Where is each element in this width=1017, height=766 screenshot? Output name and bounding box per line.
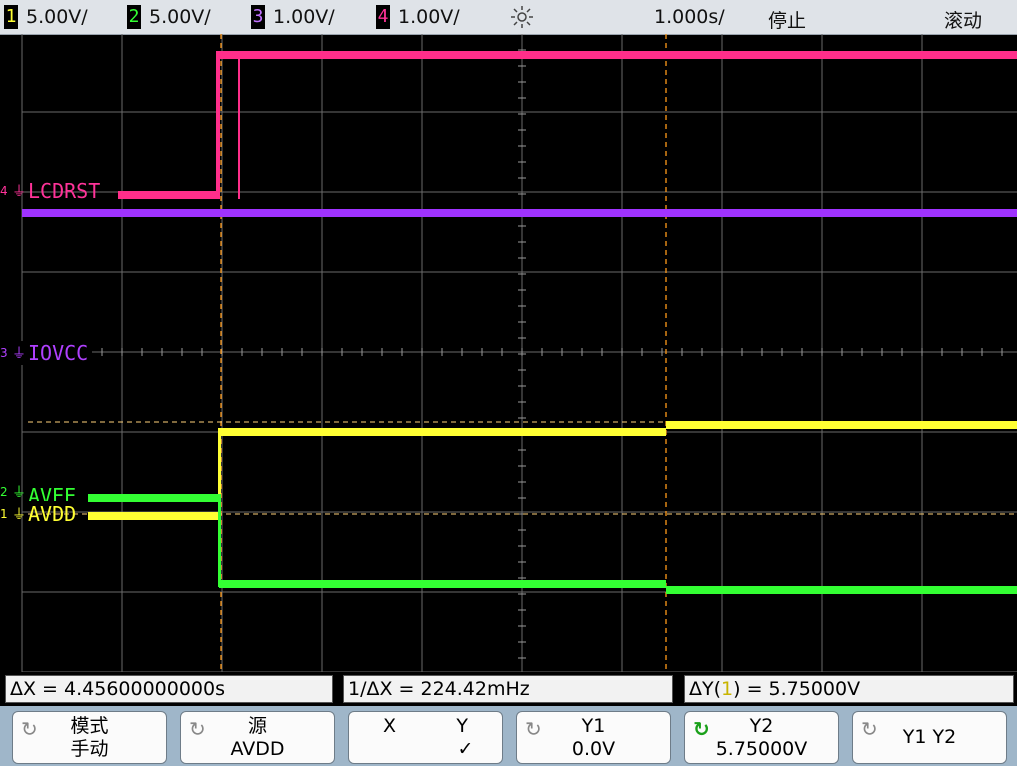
- softkey-source-title: 源: [247, 715, 267, 737]
- delta-y-channel: 1: [721, 678, 734, 700]
- ch2-label-text: AVEE: [28, 484, 77, 501]
- softkey-y1-title: Y1: [581, 715, 606, 737]
- waveform-display[interactable]: 4 ⏚ LCDRST 3 ⏚ IOVCC 2 ⏚ AVEE 1 ⏚ AVDD: [0, 34, 1017, 672]
- trigger-sun-icon[interactable]: [507, 4, 537, 35]
- ch4-badge: 4: [376, 5, 390, 29]
- softkey-source-value: AVDD: [230, 738, 285, 760]
- softkey-mode-title: 模式: [70, 715, 109, 737]
- ch3-label-text: IOVCC: [28, 341, 89, 365]
- waveform-canvas: [21, 34, 1017, 672]
- ch4-scale-value: 1.00V/: [398, 6, 460, 28]
- delta-y-readout: ΔY(1) = 5.75000V: [684, 675, 1014, 703]
- channel-status-bar: 1 5.00V/ 2 5.00V/ 3 1.00V/ 4 1.00V/ 1.00…: [0, 0, 1017, 35]
- ch1-label-text: AVDD: [28, 502, 77, 526]
- softkey-source[interactable]: ↻ 源 AVDD: [180, 711, 335, 764]
- softkey-mode-value: 手动: [70, 738, 109, 760]
- softkey-xy[interactable]: X Y ✓: [348, 711, 503, 764]
- ch3-badge: 3: [251, 5, 265, 29]
- ch2-scale-value: 5.00V/: [149, 6, 211, 28]
- ground-icon: ⏚: [12, 485, 26, 501]
- softkey-mode[interactable]: ↻ 模式 手动: [12, 711, 167, 764]
- softkey-y1y2[interactable]: ↻ Y1 Y2: [852, 711, 1007, 764]
- softkey-y2-title: Y2: [749, 715, 774, 737]
- ch4-trace: [118, 51, 1017, 199]
- ch3-trace: [22, 209, 1017, 217]
- ch3-ground-marker[interactable]: 3: [0, 346, 12, 360]
- ch1-label: 1 ⏚ AVDD: [0, 502, 76, 526]
- softkey-bar: ↻ 模式 手动 ↻ 源 AVDD X Y ✓ ↻ Y1 0.0V ↻ Y2 5.…: [0, 706, 1017, 766]
- ch2-trace: [88, 494, 1017, 594]
- delta-y-suffix: ) = 5.75000V: [733, 678, 861, 700]
- acquisition-mode[interactable]: 滚动: [944, 6, 982, 33]
- ch3-label: 3 ⏚ IOVCC: [0, 341, 93, 365]
- ch1-trace: [88, 421, 1017, 520]
- delta-y-prefix: ΔY(: [689, 678, 722, 700]
- ch1-scale-value: 5.00V/: [26, 6, 88, 28]
- ch4-label: 4 ⏚ LCDRST: [0, 179, 100, 203]
- run-state[interactable]: 停止: [768, 6, 806, 33]
- ch1-ground-marker[interactable]: 1: [0, 507, 12, 521]
- timebase-value[interactable]: 1.000s/: [654, 6, 725, 28]
- ch1-badge: 1: [4, 5, 18, 29]
- ch4-scale[interactable]: 4 1.00V/: [376, 4, 460, 30]
- softkey-y1y2-title: Y1 Y2: [902, 726, 957, 748]
- cursor-readout-bar: ΔX = 4.45600000000s 1/ΔX = 224.42mHz ΔY(…: [0, 672, 1017, 706]
- softkey-y2-value: 5.75000V: [715, 738, 808, 760]
- ch1-scale[interactable]: 1 5.00V/: [4, 4, 88, 30]
- inverse-delta-x-readout: 1/ΔX = 224.42mHz: [343, 675, 673, 703]
- ch4-ground-marker[interactable]: 4: [0, 184, 12, 198]
- ch2-scale[interactable]: 2 5.00V/: [127, 4, 211, 30]
- ch2-ground-marker[interactable]: 2: [0, 485, 12, 499]
- ch3-scale-value: 1.00V/: [273, 6, 335, 28]
- softkey-xy-check: ✓: [457, 738, 474, 760]
- softkey-y2[interactable]: ↻ Y2 5.75000V: [684, 711, 839, 764]
- ch4-label-text: LCDRST: [28, 179, 101, 203]
- softkey-y1[interactable]: ↻ Y1 0.0V: [516, 711, 671, 764]
- softkey-xy-title: X Y: [382, 715, 469, 737]
- ground-icon: ⏚: [12, 346, 26, 362]
- ch3-scale[interactable]: 3 1.00V/: [251, 4, 335, 30]
- ch2-badge: 2: [127, 5, 141, 29]
- ch2-label: 2 ⏚ AVEE: [0, 483, 76, 501]
- ground-icon: ⏚: [12, 184, 26, 200]
- ground-icon: ⏚: [12, 507, 26, 523]
- softkey-y1-value: 0.0V: [571, 738, 616, 760]
- graticule-ticks: [21, 34, 1003, 659]
- delta-x-readout: ΔX = 4.45600000000s: [5, 675, 333, 703]
